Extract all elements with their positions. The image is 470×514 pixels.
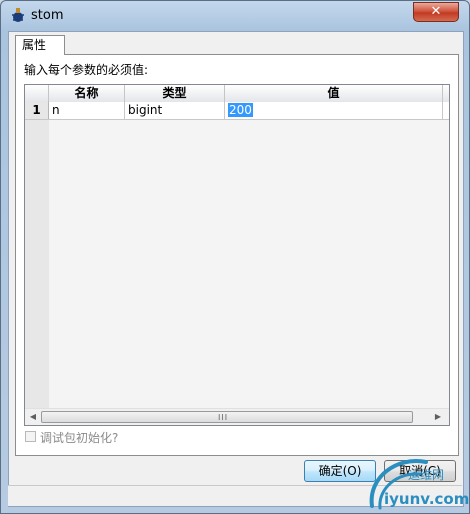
table-row: 1 n bigint 200 — [25, 102, 449, 120]
watermark-site: iyunv.com — [384, 490, 470, 508]
window-title: stom — [31, 8, 64, 23]
param-name-cell[interactable]: n — [49, 102, 125, 119]
param-value-cell[interactable]: 200 — [225, 102, 443, 119]
grid-header: 名称 类型 值 — [25, 85, 449, 103]
grip-icon: III — [218, 413, 229, 422]
row-header-corner — [25, 85, 49, 102]
debug-init-label: 调试包初始化? — [40, 431, 119, 445]
scroll-left-icon[interactable]: ◀ — [28, 412, 38, 422]
process-icon — [12, 8, 24, 22]
debug-init-checkbox[interactable] — [25, 431, 36, 442]
prompt-label: 输入每个参数的必须值: — [24, 63, 149, 77]
tab-panel-properties: 输入每个参数的必须值: 名称 类型 值 1 n bigint 200 ◀ III… — [15, 54, 459, 456]
column-header-name[interactable]: 名称 — [49, 85, 125, 102]
horizontal-scrollbar[interactable]: ◀ III ▶ — [25, 408, 449, 425]
close-button[interactable]: ✕ — [413, 2, 459, 22]
parameter-grid: 名称 类型 值 1 n bigint 200 ◀ III ▶ — [24, 84, 450, 426]
param-value-input[interactable]: 200 — [228, 103, 253, 117]
param-type-cell[interactable]: bigint — [125, 102, 225, 119]
dialog-window: stom ✕ 属性 输入每个参数的必须值: 名称 类型 值 1 n bigint — [0, 0, 470, 514]
row-number[interactable]: 1 — [25, 102, 49, 119]
scrollbar-thumb[interactable]: III — [41, 411, 413, 423]
row-header-strip — [25, 102, 49, 408]
title-bar[interactable]: stom ✕ — [1, 1, 469, 31]
column-header-value[interactable]: 值 — [225, 85, 443, 102]
column-header-type[interactable]: 类型 — [125, 85, 225, 102]
close-icon: ✕ — [430, 4, 442, 19]
tab-properties[interactable]: 属性 — [15, 35, 65, 55]
dialog-client-area: 属性 输入每个参数的必须值: 名称 类型 值 1 n bigint 200 ◀ … — [8, 31, 464, 507]
watermark-brand: 运维网 — [408, 468, 445, 482]
scroll-right-icon[interactable]: ▶ — [433, 412, 443, 422]
